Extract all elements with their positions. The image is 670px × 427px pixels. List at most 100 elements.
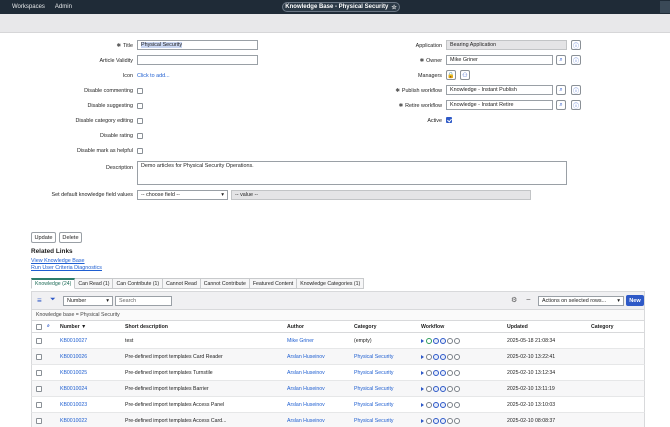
tab-can-read[interactable]: Can Read (1) bbox=[75, 278, 114, 289]
filter-icon[interactable]: ⏷ bbox=[50, 296, 56, 304]
tab-cannot-read[interactable]: Cannot Read bbox=[163, 278, 201, 289]
category-link[interactable]: Physical Security bbox=[354, 381, 394, 396]
info-icon[interactable]: ⓘ bbox=[571, 40, 581, 50]
gear-icon[interactable]: ⚙ bbox=[511, 296, 517, 304]
table-row[interactable]: KB0010026 Pre-defined import templates Ca… bbox=[31, 349, 645, 365]
list-search-input[interactable]: Search bbox=[115, 296, 172, 306]
updated-timestamp: 2025-02-10 08:08:37 bbox=[507, 417, 556, 424]
filter-breadcrumb[interactable]: Knowledge base = Physical Security bbox=[31, 310, 645, 320]
row-checkbox[interactable] bbox=[36, 386, 42, 392]
select-all-checkbox[interactable] bbox=[36, 324, 42, 330]
owner-field[interactable]: Mike Griner bbox=[446, 55, 553, 65]
tab-can-contribute[interactable]: Can Contribute (1) bbox=[113, 278, 164, 289]
workflow-stage-icon bbox=[447, 353, 453, 360]
category-link[interactable]: Physical Security bbox=[354, 413, 394, 427]
author-link[interactable]: Arslan Huseinov bbox=[287, 349, 325, 364]
search-icon[interactable]: ⌕ bbox=[556, 100, 566, 110]
kb-number-link[interactable]: KB0010027 bbox=[60, 333, 87, 348]
disable-suggesting-checkbox[interactable] bbox=[137, 103, 143, 109]
record-title-pill[interactable]: Knowledge Base - Physical Security ☆ bbox=[282, 2, 400, 12]
col-workflow[interactable]: Workflow bbox=[421, 321, 444, 332]
disable-commenting-checkbox[interactable] bbox=[137, 88, 143, 94]
col-category-2[interactable]: Category bbox=[591, 321, 614, 332]
table-row[interactable]: KB0010023 Pre-defined import templates Ac… bbox=[31, 397, 645, 413]
new-button[interactable]: New bbox=[626, 295, 644, 306]
workflow-stage-icon bbox=[440, 417, 446, 424]
retire-workflow-field[interactable]: Knowledge - Instant Retire bbox=[446, 100, 553, 110]
title-field[interactable]: Physical Security bbox=[137, 40, 258, 50]
row-checkbox[interactable] bbox=[36, 338, 42, 344]
category-link[interactable]: (empty) bbox=[354, 333, 372, 348]
workflow-stage-icon bbox=[440, 353, 446, 360]
row-checkbox[interactable] bbox=[36, 418, 42, 424]
col-category[interactable]: Category bbox=[354, 321, 377, 332]
info-icon[interactable]: ⓘ bbox=[571, 85, 581, 95]
collapse-icon[interactable]: − bbox=[526, 295, 531, 304]
choose-field-select[interactable]: -- choose field -- ▾ bbox=[137, 190, 228, 200]
update-button[interactable]: Update bbox=[31, 232, 56, 243]
application-field: Bearing Application bbox=[446, 40, 567, 50]
active-checkbox[interactable] bbox=[446, 117, 452, 123]
search-icon[interactable]: ⌕ bbox=[556, 55, 566, 65]
author-link[interactable]: Mike Griner bbox=[287, 333, 314, 348]
tab-knowledge[interactable]: Knowledge (24) bbox=[31, 278, 76, 289]
lock-icon[interactable]: 🔒 bbox=[446, 70, 456, 80]
view-kb-link[interactable]: View Knowledge Base bbox=[31, 258, 85, 264]
search-icon[interactable]: ⌕ bbox=[47, 321, 50, 332]
kb-number-link[interactable]: KB0010026 bbox=[60, 349, 87, 364]
info-icon[interactable]: ⓘ bbox=[571, 100, 581, 110]
actions-select[interactable]: Actions on selected rows... ▾ bbox=[538, 296, 624, 306]
info-icon[interactable]: ⓘ bbox=[571, 55, 581, 65]
row-checkbox[interactable] bbox=[36, 370, 42, 376]
related-links-title: Related Links bbox=[31, 248, 73, 255]
article-validity-field[interactable] bbox=[137, 55, 258, 65]
author-link[interactable]: Arslan Huseinov bbox=[287, 413, 325, 427]
category-link[interactable]: Physical Security bbox=[354, 397, 394, 412]
workflow-stage-icon bbox=[447, 417, 453, 424]
tab-knowledge-categories[interactable]: Knowledge Categories (1) bbox=[297, 278, 365, 289]
author-link[interactable]: Arslan Huseinov bbox=[287, 397, 325, 412]
description-textarea[interactable]: Demo articles for Physical Security Oper… bbox=[137, 161, 567, 185]
hamburger-icon[interactable]: ≡ bbox=[37, 296, 42, 305]
table-row[interactable]: KB0010027 test Mike Griner (empty) 2025-05-1… bbox=[31, 333, 645, 349]
diagnostics-link[interactable]: Run User Criteria Diagnostics bbox=[31, 265, 102, 271]
col-number[interactable]: Number ▼ bbox=[60, 321, 86, 332]
search-field-select[interactable]: Number ▾ bbox=[63, 296, 113, 306]
col-author[interactable]: Author bbox=[287, 321, 304, 332]
author-link[interactable]: Arslan Huseinov bbox=[287, 381, 325, 396]
default-value-field[interactable]: -- value -- bbox=[231, 190, 531, 200]
kb-number-link[interactable]: KB0010025 bbox=[60, 365, 87, 380]
chevron-down-icon: ▾ bbox=[106, 298, 109, 304]
author-link[interactable]: Arslan Huseinov bbox=[287, 365, 325, 380]
workflow-stage-icon bbox=[426, 353, 432, 360]
kb-number-link[interactable]: KB0010022 bbox=[60, 413, 87, 427]
table-row[interactable]: KB0010022 Pre-defined import templates Ac… bbox=[31, 413, 645, 427]
search-icon[interactable]: ⌕ bbox=[556, 85, 566, 95]
row-checkbox[interactable] bbox=[36, 402, 42, 408]
category-link[interactable]: Physical Security bbox=[354, 349, 394, 364]
row-checkbox[interactable] bbox=[36, 354, 42, 360]
kb-number-link[interactable]: KB0010023 bbox=[60, 397, 87, 412]
table-row[interactable]: KB0010024 Pre-defined import templates Ba… bbox=[31, 381, 645, 397]
table-row[interactable]: KB0010025 Pre-defined import templates Tu… bbox=[31, 365, 645, 381]
workflow-stage-icon bbox=[433, 353, 439, 360]
kb-number-link[interactable]: KB0010024 bbox=[60, 381, 87, 396]
disable-category-editing-checkbox[interactable] bbox=[137, 118, 143, 124]
col-updated[interactable]: Updated bbox=[507, 321, 528, 332]
publish-workflow-field[interactable]: Knowledge - Instant Publish bbox=[446, 85, 553, 95]
managers-label: Managers bbox=[418, 73, 442, 79]
col-short-description[interactable]: Short description bbox=[125, 321, 168, 332]
icon-add-link[interactable]: Click to add... bbox=[137, 73, 170, 79]
add-users-icon[interactable]: ⚇ bbox=[460, 70, 470, 80]
topbar-right-control[interactable] bbox=[660, 1, 670, 13]
category-link[interactable]: Physical Security bbox=[354, 365, 394, 380]
star-icon[interactable]: ☆ bbox=[391, 4, 396, 11]
tab-featured-content[interactable]: Featured Content bbox=[249, 278, 298, 289]
tab-cannot-contribute[interactable]: Cannot Contribute bbox=[200, 278, 250, 289]
nav-admin[interactable]: Admin bbox=[55, 4, 72, 10]
delete-button[interactable]: Delete bbox=[59, 232, 82, 243]
nav-workspaces[interactable]: Workspaces bbox=[12, 4, 45, 10]
disable-rating-checkbox[interactable] bbox=[137, 133, 143, 139]
disable-helpful-checkbox[interactable] bbox=[137, 148, 143, 154]
retire-workflow-label: ✱ Retire workflow bbox=[398, 103, 442, 109]
